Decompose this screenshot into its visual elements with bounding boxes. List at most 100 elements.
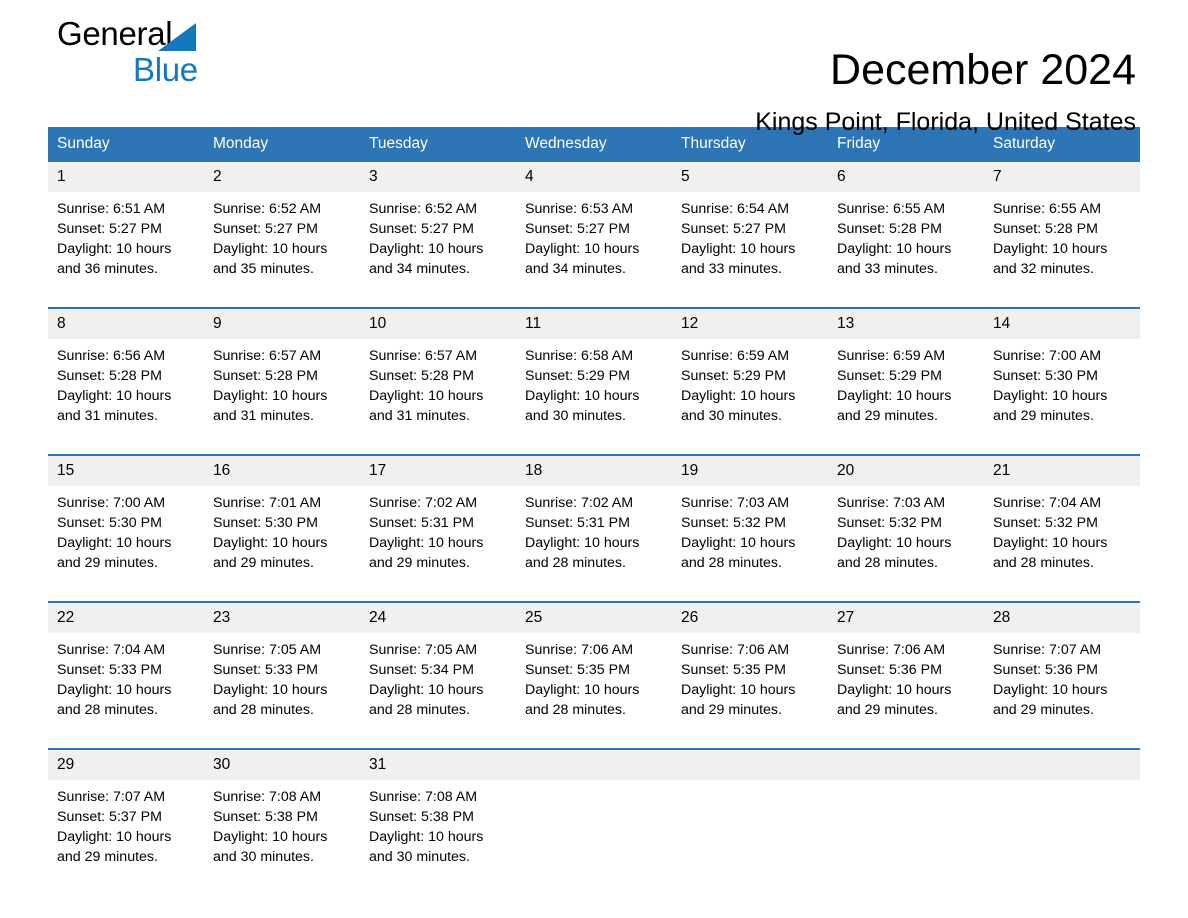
day-cell[interactable]: Sunrise: 7:01 AM Sunset: 5:30 PM Dayligh…	[204, 486, 360, 602]
daylight-text-line1: Daylight: 10 hours	[681, 388, 796, 404]
day-cell[interactable]: Sunrise: 7:07 AM Sunset: 5:36 PM Dayligh…	[984, 633, 1140, 749]
sunset-text: Sunset: 5:27 PM	[213, 221, 318, 237]
day-cell[interactable]: Sunrise: 7:04 AM Sunset: 5:33 PM Dayligh…	[48, 633, 204, 749]
day-cell[interactable]: Sunrise: 6:55 AM Sunset: 5:28 PM Dayligh…	[984, 192, 1140, 308]
week-5-daynumber-row: 29 30 31	[48, 748, 1140, 780]
day-cell[interactable]: Sunrise: 7:06 AM Sunset: 5:36 PM Dayligh…	[828, 633, 984, 749]
daylight-text-line1: Daylight: 10 hours	[993, 388, 1108, 404]
sunrise-text: Sunrise: 7:06 AM	[525, 642, 634, 658]
day-cell[interactable]: Sunrise: 7:05 AM Sunset: 5:33 PM Dayligh…	[204, 633, 360, 749]
day-number: 27	[828, 601, 984, 633]
daylight-text-line1: Daylight: 10 hours	[525, 388, 640, 404]
day-cell[interactable]: Sunrise: 7:00 AM Sunset: 5:30 PM Dayligh…	[984, 339, 1140, 455]
day-cell[interactable]: Sunrise: 7:07 AM Sunset: 5:37 PM Dayligh…	[48, 780, 204, 895]
daylight-text-line1: Daylight: 10 hours	[369, 388, 484, 404]
daylight-text-line1: Daylight: 10 hours	[837, 535, 952, 551]
day-cell[interactable]: Sunrise: 6:52 AM Sunset: 5:27 PM Dayligh…	[204, 192, 360, 308]
daylight-text-line1: Daylight: 10 hours	[369, 535, 484, 551]
day-number: 13	[828, 307, 984, 339]
day-cell[interactable]: Sunrise: 7:02 AM Sunset: 5:31 PM Dayligh…	[516, 486, 672, 602]
logo-text-blue: Blue	[133, 51, 198, 88]
day-cell[interactable]: Sunrise: 7:02 AM Sunset: 5:31 PM Dayligh…	[360, 486, 516, 602]
daylight-text-line2: and 31 minutes.	[213, 408, 314, 424]
sunset-text: Sunset: 5:29 PM	[837, 368, 942, 384]
day-cell[interactable]: Sunrise: 6:57 AM Sunset: 5:28 PM Dayligh…	[360, 339, 516, 455]
sunset-text: Sunset: 5:27 PM	[369, 221, 474, 237]
daylight-text-line1: Daylight: 10 hours	[57, 682, 172, 698]
sunset-text: Sunset: 5:28 PM	[369, 368, 474, 384]
daylight-text-line2: and 29 minutes.	[57, 555, 158, 571]
day-cell[interactable]: Sunrise: 7:05 AM Sunset: 5:34 PM Dayligh…	[360, 633, 516, 749]
day-cell[interactable]: Sunrise: 7:03 AM Sunset: 5:32 PM Dayligh…	[672, 486, 828, 602]
daylight-text-line1: Daylight: 10 hours	[57, 388, 172, 404]
day-cell-empty	[672, 780, 828, 895]
day-number: 12	[672, 307, 828, 339]
daylight-text-line2: and 28 minutes.	[993, 555, 1094, 571]
daylight-text-line2: and 34 minutes.	[369, 261, 470, 277]
calendar-page: General Blue December 2024 Kings Point, …	[0, 0, 1188, 918]
day-cell[interactable]: Sunrise: 7:08 AM Sunset: 5:38 PM Dayligh…	[204, 780, 360, 895]
day-cell[interactable]: Sunrise: 6:55 AM Sunset: 5:28 PM Dayligh…	[828, 192, 984, 308]
daylight-text-line2: and 29 minutes.	[57, 849, 158, 865]
sunrise-text: Sunrise: 6:56 AM	[57, 348, 166, 364]
day-number: 7	[984, 162, 1140, 192]
daylight-text-line2: and 32 minutes.	[993, 261, 1094, 277]
day-cell[interactable]: Sunrise: 6:52 AM Sunset: 5:27 PM Dayligh…	[360, 192, 516, 308]
day-cell[interactable]: Sunrise: 6:57 AM Sunset: 5:28 PM Dayligh…	[204, 339, 360, 455]
day-cell[interactable]: Sunrise: 7:03 AM Sunset: 5:32 PM Dayligh…	[828, 486, 984, 602]
general-blue-logo[interactable]: General Blue	[57, 14, 257, 90]
sunset-text: Sunset: 5:27 PM	[681, 221, 786, 237]
day-cell[interactable]: Sunrise: 6:56 AM Sunset: 5:28 PM Dayligh…	[48, 339, 204, 455]
sunset-text: Sunset: 5:31 PM	[369, 515, 474, 531]
daylight-text-line2: and 29 minutes.	[993, 408, 1094, 424]
sunset-text: Sunset: 5:30 PM	[57, 515, 162, 531]
daylight-text-line1: Daylight: 10 hours	[681, 682, 796, 698]
sunrise-text: Sunrise: 6:54 AM	[681, 201, 790, 217]
day-number: 17	[360, 454, 516, 486]
daylight-text-line2: and 29 minutes.	[681, 702, 782, 718]
day-cell[interactable]: Sunrise: 6:53 AM Sunset: 5:27 PM Dayligh…	[516, 192, 672, 308]
day-number: 18	[516, 454, 672, 486]
sunrise-text: Sunrise: 6:58 AM	[525, 348, 634, 364]
day-number: 15	[48, 454, 204, 486]
daylight-text-line1: Daylight: 10 hours	[213, 682, 328, 698]
sunset-text: Sunset: 5:28 PM	[213, 368, 318, 384]
sunset-text: Sunset: 5:27 PM	[57, 221, 162, 237]
day-number-empty	[828, 748, 984, 780]
day-number: 30	[204, 748, 360, 780]
sunset-text: Sunset: 5:32 PM	[681, 515, 786, 531]
day-number: 11	[516, 307, 672, 339]
daylight-text-line1: Daylight: 10 hours	[213, 241, 328, 257]
sunset-text: Sunset: 5:30 PM	[993, 368, 1098, 384]
daylight-text-line2: and 36 minutes.	[57, 261, 158, 277]
day-number: 23	[204, 601, 360, 633]
daylight-text-line1: Daylight: 10 hours	[369, 241, 484, 257]
sunset-text: Sunset: 5:29 PM	[681, 368, 786, 384]
sunset-text: Sunset: 5:27 PM	[525, 221, 630, 237]
sunrise-text: Sunrise: 6:51 AM	[57, 201, 166, 217]
daylight-text-line2: and 28 minutes.	[369, 702, 470, 718]
week-4-detail-row: Sunrise: 7:04 AM Sunset: 5:33 PM Dayligh…	[48, 633, 1140, 749]
day-cell[interactable]: Sunrise: 6:54 AM Sunset: 5:27 PM Dayligh…	[672, 192, 828, 308]
daylight-text-line2: and 28 minutes.	[213, 702, 314, 718]
sunrise-text: Sunrise: 7:06 AM	[681, 642, 790, 658]
day-cell[interactable]: Sunrise: 7:04 AM Sunset: 5:32 PM Dayligh…	[984, 486, 1140, 602]
day-number: 21	[984, 454, 1140, 486]
sunset-text: Sunset: 5:33 PM	[57, 662, 162, 678]
logo-text-general: General	[57, 15, 173, 52]
day-cell[interactable]: Sunrise: 6:58 AM Sunset: 5:29 PM Dayligh…	[516, 339, 672, 455]
week-1-detail-row: Sunrise: 6:51 AM Sunset: 5:27 PM Dayligh…	[48, 192, 1140, 308]
day-cell[interactable]: Sunrise: 6:51 AM Sunset: 5:27 PM Dayligh…	[48, 192, 204, 308]
sunset-text: Sunset: 5:33 PM	[213, 662, 318, 678]
day-cell[interactable]: Sunrise: 6:59 AM Sunset: 5:29 PM Dayligh…	[828, 339, 984, 455]
daylight-text-line1: Daylight: 10 hours	[213, 829, 328, 845]
day-cell[interactable]: Sunrise: 7:00 AM Sunset: 5:30 PM Dayligh…	[48, 486, 204, 602]
sunset-text: Sunset: 5:35 PM	[681, 662, 786, 678]
daylight-text-line1: Daylight: 10 hours	[681, 535, 796, 551]
day-cell[interactable]: Sunrise: 7:06 AM Sunset: 5:35 PM Dayligh…	[672, 633, 828, 749]
day-cell[interactable]: Sunrise: 6:59 AM Sunset: 5:29 PM Dayligh…	[672, 339, 828, 455]
week-3-daynumber-row: 15 16 17 18 19 20 21	[48, 454, 1140, 486]
sunrise-text: Sunrise: 6:52 AM	[213, 201, 322, 217]
day-cell[interactable]: Sunrise: 7:06 AM Sunset: 5:35 PM Dayligh…	[516, 633, 672, 749]
day-cell[interactable]: Sunrise: 7:08 AM Sunset: 5:38 PM Dayligh…	[360, 780, 516, 895]
